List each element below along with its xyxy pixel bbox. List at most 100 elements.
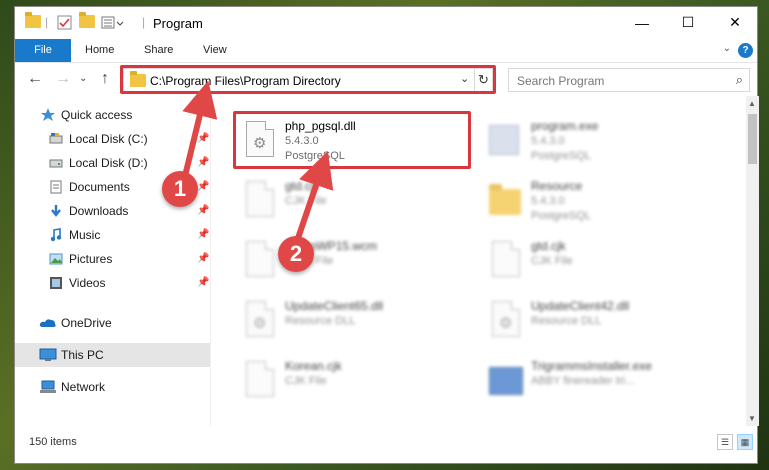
file-name: TrigrammsInstaller.exe: [531, 359, 652, 373]
pin-icon[interactable]: 📌: [197, 223, 209, 247]
sidebar-item-videos[interactable]: Videos 📌: [15, 271, 210, 295]
download-icon: [51, 205, 61, 217]
file-name: gtd.cjk: [285, 179, 320, 193]
file-company: PostgreSQL: [531, 210, 591, 222]
file-item-resource[interactable]: Resource 5.4.3.0 PostgreSQL: [481, 173, 721, 229]
music-icon: [50, 228, 62, 242]
sidebar-item-label: Local Disk (C:): [69, 132, 148, 146]
scroll-up-icon[interactable]: ▲: [748, 99, 756, 108]
pin-icon[interactable]: 📌: [197, 247, 209, 271]
customize-toolbar-icon[interactable]: [101, 15, 127, 31]
ribbon-tabs: File Home Share View ⌄ ?: [15, 39, 757, 63]
file-name: program.exe: [531, 119, 599, 133]
cloud-icon: [39, 319, 56, 327]
close-button[interactable]: ✕: [712, 7, 758, 38]
forward-arrow-icon[interactable]: →: [55, 70, 71, 88]
sidebar-item-network[interactable]: Network: [15, 375, 210, 399]
tab-view[interactable]: View: [191, 39, 239, 62]
details-view-button[interactable]: ☰: [717, 434, 733, 450]
file-name: UpdateClient65.dll: [285, 299, 384, 313]
sidebar-item-onedrive[interactable]: OneDrive: [15, 311, 210, 335]
file-icon: [243, 177, 277, 221]
separator: |: [45, 15, 49, 29]
scroll-down-icon[interactable]: ▼: [748, 414, 756, 423]
file-type: Resource DLL: [531, 315, 602, 327]
sidebar-item-label: Videos: [69, 276, 106, 290]
file-item-gtd-cjk-2[interactable]: gtd.cjk CJK File: [481, 233, 721, 289]
sidebar-item-local-disk-c[interactable]: Local Disk (C:) 📌: [15, 127, 210, 151]
videos-icon: [50, 277, 62, 289]
file-name: gtd.cjk: [531, 239, 566, 253]
file-name: Korean.cjk: [285, 359, 342, 373]
title-bar: | | Program — ☐ ✕: [15, 7, 757, 39]
new-folder-icon[interactable]: [79, 12, 95, 31]
tab-home[interactable]: Home: [73, 39, 126, 62]
callout-badge-1: 1: [162, 171, 198, 207]
file-type: CJK File: [285, 375, 327, 387]
sidebar-item-label: Quick access: [61, 108, 133, 122]
sidebar-item-label: Pictures: [69, 252, 113, 266]
help-icon[interactable]: ?: [738, 43, 753, 58]
back-arrow-icon[interactable]: ←: [27, 70, 43, 88]
pictures-icon: [49, 253, 63, 265]
installer-icon: [489, 357, 523, 401]
search-input[interactable]: Search Program: [517, 74, 604, 88]
sidebar-item-music[interactable]: Music 📌: [15, 223, 210, 247]
tab-file[interactable]: File: [15, 39, 71, 62]
recent-locations-chevron-icon[interactable]: ⌄: [79, 73, 87, 84]
minimize-button[interactable]: —: [619, 7, 665, 38]
file-item-updateclient42-dll[interactable]: ⚙ UpdateClient42.dll Resource DLL: [481, 293, 721, 349]
address-highlight-box: [120, 65, 496, 94]
pin-icon[interactable]: 📌: [197, 199, 209, 223]
dll-gear-icon: ⚙: [489, 297, 523, 341]
separator: |: [142, 15, 146, 29]
search-icon[interactable]: ⌕: [736, 72, 743, 88]
file-type: Resource DLL: [285, 315, 356, 327]
status-bar: 150 items ☰ ▦: [15, 431, 757, 465]
star-icon: [41, 108, 55, 121]
sidebar-item-label: This PC: [61, 348, 104, 362]
drive-icon: [49, 133, 63, 144]
file-item-korean-cjk[interactable]: Korean.cjk CJK File: [235, 353, 475, 409]
navigation-pane: Quick access Local Disk (C:) 📌 Local Dis…: [15, 103, 210, 431]
explorer-window: | | Program — ☐ ✕ File Home Share View ⌄…: [14, 6, 759, 465]
up-arrow-icon[interactable]: ↑: [101, 70, 109, 88]
file-version: 5.4.3.0: [531, 135, 565, 147]
file-name: UpdateClient42.dll: [531, 299, 630, 313]
sidebar-item-label: Local Disk (D:): [69, 156, 148, 170]
expand-ribbon-icon[interactable]: ⌄: [723, 43, 731, 54]
file-icon: [243, 357, 277, 401]
sidebar-item-label: OneDrive: [61, 316, 112, 330]
tab-share[interactable]: Share: [132, 39, 185, 62]
file-item-program-exe[interactable]: program.exe 5.4.3.0 PostgreSQL: [481, 113, 721, 169]
file-name: Resource: [531, 179, 583, 193]
pin-icon[interactable]: 📌: [197, 175, 209, 199]
file-item-setupwp15-wcm[interactable]: SetupWP15.wcm WCM File: [235, 233, 475, 289]
drive-icon: [49, 159, 63, 168]
pc-icon: [39, 348, 57, 361]
search-box[interactable]: Search Program ⌕: [508, 68, 750, 92]
tiles-view-button[interactable]: ▦: [737, 434, 753, 450]
file-item-gtd-cjk[interactable]: gtd.cjk CJK File: [235, 173, 475, 229]
maximize-button[interactable]: ☐: [665, 7, 711, 38]
navigation-bar: ← → ⌄ ↑ C:\Program Files\Program Directo…: [15, 64, 757, 96]
file-item-updateclient65-dll[interactable]: ⚙ UpdateClient65.dll Resource DLL: [235, 293, 475, 349]
file-icon: [243, 237, 277, 281]
exe-icon: [489, 117, 523, 161]
sidebar-item-quick-access[interactable]: Quick access: [15, 103, 210, 127]
file-version: 5.4.3.0: [531, 195, 565, 207]
pin-icon[interactable]: 📌: [197, 271, 209, 295]
folder-icon: [25, 12, 41, 31]
sidebar-item-this-pc[interactable]: This PC: [15, 343, 210, 367]
callout-badge-2: 2: [278, 236, 314, 272]
dll-gear-icon: ⚙: [243, 297, 277, 341]
file-type: CJK File: [531, 255, 573, 267]
properties-icon[interactable]: [57, 15, 73, 31]
vertical-scrollbar[interactable]: ▲ ▼: [746, 96, 759, 426]
scrollbar-thumb[interactable]: [748, 114, 757, 164]
sidebar-item-label: Music: [69, 228, 101, 242]
sidebar-item-pictures[interactable]: Pictures 📌: [15, 247, 210, 271]
pin-icon[interactable]: 📌: [197, 127, 209, 151]
file-item-trigrammsinstaller-exe[interactable]: TrigrammsInstaller.exe ABBY finereader t…: [481, 353, 721, 409]
pin-icon[interactable]: 📌: [197, 151, 209, 175]
